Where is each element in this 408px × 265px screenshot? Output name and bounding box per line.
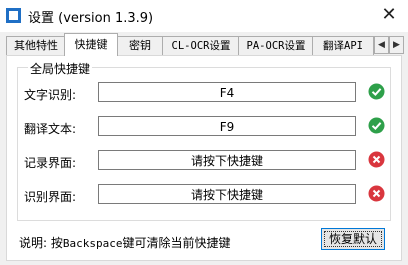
tab-pa-ocr-settings[interactable]: PA-OCR设置 [238,36,314,55]
check-circle-icon [368,117,385,134]
tab-translate-api[interactable]: 翻译API [312,36,374,55]
hotkeys-panel: 全局快捷键 文字识别: F4 翻译文本: F9 记录界面: 请按下快捷键 识别界… [6,55,402,261]
tab-cl-ocr-settings[interactable]: CL-OCR设置 [162,36,240,55]
row-label-text-recognition: 文字识别: [24,88,77,102]
tab-scroll-right-icon[interactable]: ▶ [389,36,404,54]
cross-circle-icon [368,151,385,168]
cross-circle-icon [368,185,385,202]
check-circle-icon [368,83,385,100]
restore-defaults-button[interactable]: 恢复默认 [321,228,385,250]
hotkey-field-recognize-screen[interactable]: 请按下快捷键 [98,184,356,204]
tab-hotkeys[interactable]: 快捷键 [64,33,118,56]
close-icon[interactable]: ✕ [378,4,400,26]
tab-scroll-left-icon[interactable]: ◀ [374,36,389,54]
row-label-translate-text: 翻译文本: [24,122,77,136]
title-bar: 设置 (version 1.3.9) ✕ [0,0,408,32]
tab-other-features[interactable]: 其他特性 [6,36,66,55]
row-label-record-screen: 记录界面: [24,156,77,170]
row-label-recognize-screen: 识别界面: [24,190,77,204]
help-note: 说明: 按Backspace键可清除当前快捷键 [19,234,230,251]
group-title: 全局快捷键 [28,60,93,77]
tab-strip: 其他特性 快捷键 密钥 CL-OCR设置 PA-OCR设置 翻译API ◀ ▶ [6,33,404,56]
window-title: 设置 (version 1.3.9) [28,11,154,26]
tab-scroll-buttons: ◀ ▶ [374,36,404,54]
help-note-key: Backspace [62,237,123,250]
hotkey-field-record-screen[interactable]: 请按下快捷键 [98,150,356,170]
tab-keys[interactable]: 密钥 [116,36,164,55]
hotkey-field-text-recognition[interactable]: F4 [98,82,356,102]
hotkey-field-translate-text[interactable]: F9 [98,116,356,136]
global-hotkeys-group: 全局快捷键 文字识别: F4 翻译文本: F9 记录界面: 请按下快捷键 识别界… [17,60,391,221]
app-icon [6,8,21,23]
help-note-suffix: 键可清除当前快捷键 [122,236,231,250]
help-note-prefix: 说明: 按 [19,236,63,250]
